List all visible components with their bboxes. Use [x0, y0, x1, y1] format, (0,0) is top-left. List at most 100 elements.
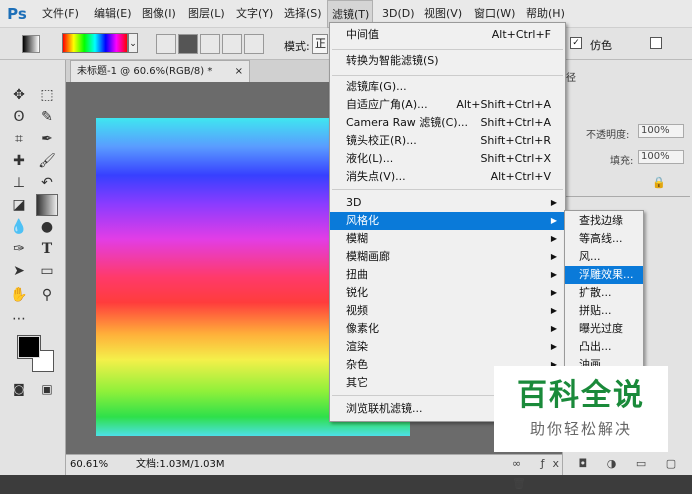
- opacity-label: 不透明度:: [586, 130, 630, 141]
- document-info: 文档:1.03M/1.03M: [136, 459, 225, 470]
- submenu-item-emboss[interactable]: 浮雕效果...: [565, 266, 643, 284]
- menu-item-filter-gallery[interactable]: 滤镜库(G)...: [330, 78, 565, 96]
- quick-mask-icon[interactable]: ◙: [8, 378, 30, 400]
- menu-file[interactable]: 文件(F): [38, 0, 83, 28]
- menu-item-stylize[interactable]: 风格化 ▶: [330, 212, 565, 230]
- eraser-tool-icon[interactable]: ◪: [8, 194, 30, 216]
- stylize-submenu: 查找边缘 等高线... 风... 浮雕效果... 扩散... 拼贴... 曝光过…: [564, 210, 644, 372]
- status-bar: 60.61% 文档:1.03M/1.03M: [66, 454, 562, 475]
- gradient-tool-preset-icon[interactable]: [22, 35, 40, 53]
- history-brush-tool-icon[interactable]: ↶: [36, 172, 58, 194]
- filter-menu: 中间值 Alt+Ctrl+F 转换为智能滤镜(S) 滤镜库(G)... 自适应广角…: [329, 22, 566, 422]
- opacity-input[interactable]: 100%: [638, 124, 684, 138]
- menu-item-distort[interactable]: 扭曲 ▶: [330, 266, 565, 284]
- menu-item-render[interactable]: 渲染 ▶: [330, 338, 565, 356]
- blur-tool-icon[interactable]: 💧: [8, 216, 30, 238]
- menu-item-convert-smart-filters[interactable]: 转换为智能滤镜(S): [330, 52, 565, 70]
- submenu-item-diffuse[interactable]: 扩散...: [565, 284, 643, 302]
- layers-panel-footer-icons[interactable]: ∞ ƒx ◘ ◑ ▭ ▢ 🗑: [512, 454, 690, 490]
- more-tools-icon[interactable]: ⋯: [8, 308, 30, 330]
- menu-item-3d[interactable]: 3D ▶: [330, 194, 565, 212]
- submenu-item-tiles[interactable]: 拼贴...: [565, 302, 643, 320]
- lasso-tool-icon[interactable]: ʘ: [8, 106, 30, 128]
- close-icon[interactable]: ×: [235, 61, 243, 83]
- path-select-tool-icon[interactable]: ➤: [8, 260, 30, 282]
- menu-item-pixelate[interactable]: 像素化 ▶: [330, 320, 565, 338]
- menu-separator: [332, 189, 563, 190]
- healing-brush-tool-icon[interactable]: ✚: [8, 150, 30, 172]
- linear-gradient-button[interactable]: [156, 34, 176, 54]
- submenu-arrow-icon: ▶: [550, 198, 557, 207]
- type-tool-icon[interactable]: T: [36, 238, 58, 260]
- watermark-title: 百科全说: [517, 378, 645, 413]
- rectangle-tool-icon[interactable]: ▭: [36, 260, 58, 282]
- menu-select[interactable]: 选择(S): [280, 0, 326, 28]
- menu-item-median[interactable]: 中间值 Alt+Ctrl+F: [330, 26, 565, 44]
- paths-tab[interactable]: 径: [566, 70, 596, 88]
- zoom-tool-icon[interactable]: ⚲: [36, 284, 58, 306]
- menu-type[interactable]: 文字(Y): [232, 0, 277, 28]
- gradient-picker[interactable]: [62, 33, 128, 53]
- pen-tool-icon[interactable]: ✑: [8, 238, 30, 260]
- submenu-item-find-edges[interactable]: 查找边缘: [565, 212, 643, 230]
- submenu-arrow-icon: ▶: [550, 270, 557, 279]
- crop-tool-icon[interactable]: ⌗: [8, 128, 30, 150]
- move-tool-icon[interactable]: ✥: [8, 84, 30, 106]
- submenu-arrow-icon: ▶: [550, 342, 557, 351]
- menu-layer[interactable]: 图层(L): [184, 0, 229, 28]
- submenu-item-contour[interactable]: 等高线...: [565, 230, 643, 248]
- document-title: 未标题-1 @ 60.6%(RGB/8) *: [77, 66, 213, 77]
- submenu-arrow-icon: ▶: [550, 324, 557, 333]
- diamond-gradient-button[interactable]: [244, 34, 264, 54]
- mode-select[interactable]: 正: [312, 34, 328, 54]
- brush-tool-icon[interactable]: 🖌: [36, 150, 58, 172]
- watermark-subtitle: 助你轻松解决: [529, 420, 632, 438]
- submenu-arrow-icon: ▶: [550, 216, 557, 225]
- menu-edit[interactable]: 编辑(E): [90, 0, 136, 28]
- fill-label: 填充:: [610, 156, 634, 167]
- fill-input[interactable]: 100%: [638, 150, 684, 164]
- lock-icon[interactable]: 🔒: [652, 176, 666, 189]
- foreground-color-swatch-front[interactable]: [18, 336, 40, 358]
- submenu-arrow-icon: ▶: [550, 252, 557, 261]
- zoom-level[interactable]: 60.61%: [70, 455, 108, 475]
- menu-item-vanishing-point[interactable]: 消失点(V)... Alt+Ctrl+V: [330, 168, 565, 186]
- submenu-arrow-icon: ▶: [550, 306, 557, 315]
- menu-item-lens-correction[interactable]: 镜头校正(R)... Shift+Ctrl+R: [330, 132, 565, 150]
- transparency-checkbox[interactable]: [650, 37, 662, 49]
- submenu-item-wind[interactable]: 风...: [565, 248, 643, 266]
- menu-item-video[interactable]: 视频 ▶: [330, 302, 565, 320]
- dither-label: 仿色: [590, 39, 612, 52]
- document-tab[interactable]: 未标题-1 @ 60.6%(RGB/8) * ×: [70, 60, 250, 82]
- submenu-item-solarize[interactable]: 曝光过度: [565, 320, 643, 338]
- menu-separator: [332, 49, 563, 50]
- photoshop-logo: Ps: [7, 5, 27, 23]
- menu-item-sharpen[interactable]: 锐化 ▶: [330, 284, 565, 302]
- reflected-gradient-button[interactable]: [222, 34, 242, 54]
- gradient-tool-icon[interactable]: [36, 194, 58, 216]
- menu-item-camera-raw[interactable]: Camera Raw 滤镜(C)... Shift+Ctrl+A: [330, 114, 565, 132]
- submenu-arrow-icon: ▶: [550, 234, 557, 243]
- hand-tool-icon[interactable]: ✋: [8, 284, 30, 306]
- gradient-dropdown-icon[interactable]: ⌄: [128, 33, 138, 53]
- watermark: 百科全说 助你轻松解决: [494, 366, 668, 452]
- quick-select-tool-icon[interactable]: ✎: [36, 106, 58, 128]
- dither-checkbox[interactable]: ✓: [570, 37, 582, 49]
- dodge-tool-icon[interactable]: ●: [36, 216, 58, 238]
- radial-gradient-button[interactable]: [178, 34, 198, 54]
- menu-item-blur-gallery[interactable]: 模糊画廊 ▶: [330, 248, 565, 266]
- submenu-item-extrude[interactable]: 凸出...: [565, 338, 643, 356]
- screen-mode-icon[interactable]: ▣: [36, 378, 58, 400]
- submenu-arrow-icon: ▶: [550, 288, 557, 297]
- marquee-tool-icon[interactable]: ⬚: [36, 84, 58, 106]
- menu-separator: [332, 75, 563, 76]
- clone-stamp-tool-icon[interactable]: ⊥: [8, 172, 30, 194]
- eyedropper-tool-icon[interactable]: ✒: [36, 128, 58, 150]
- menu-item-blur[interactable]: 模糊 ▶: [330, 230, 565, 248]
- angle-gradient-button[interactable]: [200, 34, 220, 54]
- panel-divider: [566, 196, 690, 197]
- menu-item-adaptive-wide-angle[interactable]: 自适应广角(A)... Alt+Shift+Ctrl+A: [330, 96, 565, 114]
- menu-item-liquify[interactable]: 液化(L)... Shift+Ctrl+X: [330, 150, 565, 168]
- mode-label: 模式:: [284, 40, 310, 53]
- menu-image[interactable]: 图像(I): [138, 0, 180, 28]
